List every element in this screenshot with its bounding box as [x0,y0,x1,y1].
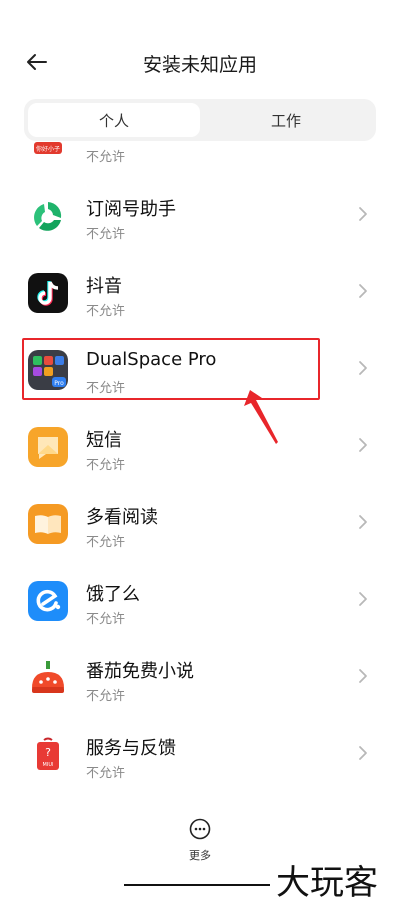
page-title: 安装未知应用 [142,54,257,76]
watermark-underline [124,884,270,886]
tab-work[interactable]: 工作 [200,103,372,137]
app-status: 不允许 [86,381,126,396]
app-name: 多看阅读 [86,507,158,528]
app-status: 不允许 [86,227,126,242]
eleme-icon [28,581,68,621]
fanqie-novel-icon [28,658,68,698]
app-name: 饿了么 [86,584,140,605]
svg-text:Pro: Pro [54,380,64,387]
chevron-right-icon [359,284,367,298]
app-name: 服务与反馈 [86,738,176,759]
tab-personal[interactable]: 个人 [28,103,200,137]
list-item-subscription-assistant[interactable]: 订阅号助手 不允许 [0,183,400,255]
app-status: 不允许 [86,612,126,627]
list-item-fanqie-novel[interactable]: 番茄免费小说 不允许 [0,645,400,717]
list-item-messages[interactable]: 短信 不允许 [0,414,400,486]
duokan-reader-icon [28,504,68,544]
chevron-right-icon [359,669,367,683]
partial-app-status: 不允许 [86,150,126,165]
douyin-icon [28,273,68,313]
dualspace-icon: Pro [28,350,68,390]
messages-icon [28,427,68,467]
svg-text:MIUI: MIUI [43,762,54,768]
app-name: 番茄免费小说 [86,661,194,682]
app-name: DualSpace Pro [86,349,217,370]
chevron-right-icon [359,207,367,221]
app-name: 抖音 [86,276,122,297]
svg-text:?: ? [45,746,51,759]
list-item-service-feedback[interactable]: ? MIUI 服务与反馈 不允许 [0,722,400,794]
header: 安装未知应用 [0,0,400,100]
svg-text:你好小子: 你好小子 [36,145,60,153]
app-name: 短信 [86,430,122,451]
chevron-right-icon [359,746,367,760]
service-feedback-icon: ? MIUI [28,735,68,775]
app-status: 不允许 [86,689,126,704]
app-status: 不允许 [86,766,126,781]
more-dots-icon [189,818,211,840]
more-button[interactable]: 更多 [170,818,230,862]
partial-app-icon: 你好小子 [28,142,68,158]
list-item-dualspace-pro[interactable]: Pro DualSpace Pro 不允许 [0,337,400,409]
app-status: 不允许 [86,458,126,473]
chevron-right-icon [359,592,367,606]
list-item-duokan-reader[interactable]: 多看阅读 不允许 [0,491,400,563]
list-item-douyin[interactable]: 抖音 不允许 [0,260,400,332]
subscription-assistant-icon [28,196,68,236]
watermark-text: 大玩客 [276,863,378,899]
chevron-right-icon [359,515,367,529]
app-status: 不允许 [86,535,126,550]
chevron-right-icon [359,438,367,452]
app-status: 不允许 [86,304,126,319]
profile-tabs: 个人 工作 [24,99,376,141]
chevron-right-icon [359,361,367,375]
list-item-eleme[interactable]: 饿了么 不允许 [0,568,400,640]
more-label: 更多 [189,849,211,862]
app-name: 订阅号助手 [86,199,176,220]
